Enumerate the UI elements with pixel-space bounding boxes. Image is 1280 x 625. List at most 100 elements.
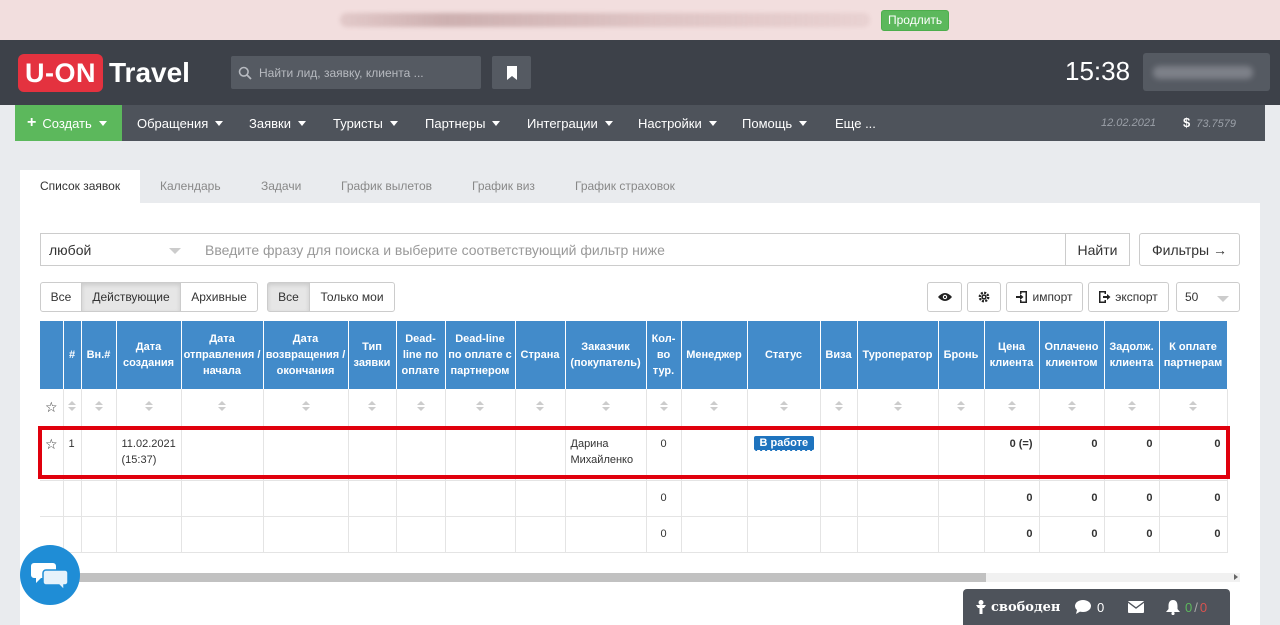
status-badge[interactable]: В работе bbox=[753, 435, 815, 451]
col-client-price[interactable]: Цена клиента bbox=[984, 321, 1040, 389]
col-client-paid[interactable]: Оплачено клиентом bbox=[1039, 321, 1105, 389]
sort-icon bbox=[1008, 401, 1016, 411]
sort-cell[interactable] bbox=[857, 389, 939, 427]
favorite-toggle[interactable]: ☆ bbox=[40, 426, 64, 481]
nav-label: Интеграции bbox=[527, 115, 598, 131]
col-internal-num[interactable]: Вн.# bbox=[81, 321, 117, 389]
create-button[interactable]: + Создать bbox=[15, 105, 122, 141]
col-manager[interactable]: Менеджер bbox=[681, 321, 748, 389]
sort-cell[interactable] bbox=[938, 389, 985, 427]
bookmark-button[interactable] bbox=[492, 56, 531, 89]
presence-status[interactable]: свободен bbox=[975, 589, 1060, 625]
user-menu[interactable] bbox=[1143, 53, 1270, 91]
mail-indicator[interactable] bbox=[1128, 589, 1144, 625]
sort-cell[interactable] bbox=[747, 389, 821, 427]
col-client-debt[interactable]: Задолж. клиента bbox=[1104, 321, 1160, 389]
sort-cell[interactable] bbox=[1159, 389, 1228, 427]
col-num[interactable]: # bbox=[63, 321, 82, 389]
sort-cell[interactable] bbox=[681, 389, 748, 427]
horizontal-scrollbar[interactable] bbox=[40, 573, 1240, 582]
nav-item-more[interactable]: Еще ... bbox=[835, 105, 876, 141]
table-row[interactable]: ☆ 1 11.02.2021 (15:37) Дарина Михайленко… bbox=[40, 426, 1228, 481]
chat-widget-button[interactable] bbox=[20, 545, 80, 605]
sort-icon bbox=[894, 401, 902, 411]
logo[interactable]: U-ON Travel bbox=[18, 54, 190, 92]
columns-visibility-button[interactable] bbox=[927, 282, 962, 312]
tab-calendar[interactable]: Календарь bbox=[160, 170, 221, 203]
sort-cell[interactable] bbox=[646, 389, 682, 427]
renew-button[interactable]: Продлить bbox=[881, 10, 950, 31]
cell-status: В работе bbox=[747, 426, 821, 481]
col-to-partners[interactable]: К оплате партнерам bbox=[1159, 321, 1228, 389]
col-status[interactable]: Статус bbox=[747, 321, 821, 389]
col-type[interactable]: Тип заявки bbox=[348, 321, 397, 389]
nav-item-partners[interactable]: Партнеры bbox=[425, 105, 501, 141]
cell-customer[interactable]: Дарина Михайленко bbox=[565, 426, 647, 481]
sort-cell[interactable] bbox=[515, 389, 566, 427]
sort-cell[interactable] bbox=[263, 389, 349, 427]
star-icon: ☆ bbox=[44, 435, 58, 452]
messages-indicator[interactable]: 0 bbox=[1075, 589, 1104, 625]
cell-deadline-partner bbox=[445, 426, 516, 481]
tab-insurance[interactable]: График страховок bbox=[575, 170, 675, 203]
col-created[interactable]: Дата создания bbox=[116, 321, 182, 389]
scroll-right-icon[interactable] bbox=[1234, 574, 1238, 580]
tab-tasks[interactable]: Задачи bbox=[261, 170, 301, 203]
nav-item-tourists[interactable]: Туристы bbox=[333, 105, 398, 141]
sort-cell[interactable] bbox=[348, 389, 397, 427]
messages-count: 0 bbox=[1097, 599, 1105, 615]
sort-cell[interactable] bbox=[396, 389, 446, 427]
col-operator[interactable]: Туроператор bbox=[857, 321, 939, 389]
col-visa[interactable]: Виза bbox=[820, 321, 858, 389]
find-button[interactable]: Найти bbox=[1065, 233, 1130, 266]
col-customer[interactable]: Заказчик (покупатель) bbox=[565, 321, 647, 389]
sum-cell bbox=[747, 480, 821, 517]
settings-button[interactable] bbox=[967, 282, 1001, 312]
import-button[interactable]: импорт bbox=[1006, 282, 1083, 312]
chevron-down-icon bbox=[708, 120, 717, 126]
sort-cell[interactable] bbox=[1104, 389, 1160, 427]
col-return[interactable]: Дата возвращения / окончания bbox=[263, 321, 349, 389]
tab-departures[interactable]: График вылетов bbox=[341, 170, 432, 203]
col-departure[interactable]: Дата отправления / начала bbox=[181, 321, 264, 389]
col-tourists[interactable]: Кол-во тур. bbox=[646, 321, 682, 389]
nav-item-help[interactable]: Помощь bbox=[742, 105, 808, 141]
filter-active-button[interactable]: Действующие bbox=[81, 282, 181, 312]
filter-archive-button[interactable]: Архивные bbox=[180, 282, 258, 312]
sort-cell[interactable] bbox=[445, 389, 516, 427]
sort-cell[interactable] bbox=[81, 389, 117, 427]
owner-all-button[interactable]: Все bbox=[267, 282, 310, 312]
filters-button[interactable]: Фильтры → bbox=[1139, 233, 1240, 266]
sort-cell[interactable] bbox=[181, 389, 264, 427]
col-booking[interactable]: Бронь bbox=[938, 321, 985, 389]
owner-mine-button[interactable]: Только мои bbox=[309, 282, 395, 312]
sort-cell[interactable] bbox=[565, 389, 647, 427]
sort-cell[interactable] bbox=[116, 389, 182, 427]
filter-all-button[interactable]: Все bbox=[40, 282, 82, 312]
favorites-filter[interactable]: ☆ bbox=[40, 389, 64, 427]
global-search-input[interactable] bbox=[259, 65, 469, 80]
nav-item-orders[interactable]: Заявки bbox=[249, 105, 306, 141]
chevron-down-icon bbox=[297, 120, 306, 126]
nav-item-requests[interactable]: Обращения bbox=[137, 105, 224, 141]
scrollbar-thumb[interactable] bbox=[40, 573, 986, 582]
nav-item-settings[interactable]: Настройки bbox=[638, 105, 717, 141]
search-field-select[interactable]: любой bbox=[40, 233, 192, 266]
sort-cell[interactable] bbox=[820, 389, 858, 427]
sort-cell[interactable] bbox=[984, 389, 1040, 427]
phrase-search-input[interactable] bbox=[191, 233, 1066, 266]
promo-banner: Продлить bbox=[0, 0, 1280, 40]
per-page-select[interactable]: 50 bbox=[1176, 282, 1240, 312]
nav-item-integrations[interactable]: Интеграции bbox=[527, 105, 613, 141]
sort-cell[interactable] bbox=[63, 389, 82, 427]
sort-icon bbox=[68, 401, 76, 411]
export-button[interactable]: экспорт bbox=[1088, 282, 1169, 312]
col-deadline-partner[interactable]: Dead-line по оплате с партнером bbox=[445, 321, 516, 389]
sort-cell[interactable] bbox=[1039, 389, 1105, 427]
tab-visas[interactable]: График виз bbox=[472, 170, 535, 203]
tab-orders-list[interactable]: Список заявок bbox=[20, 170, 141, 203]
col-deadline[interactable]: Dead-line по оплате bbox=[396, 321, 446, 389]
sum-cell bbox=[81, 516, 117, 553]
col-country[interactable]: Страна bbox=[515, 321, 566, 389]
notifications-indicator[interactable]: 0 / 0 bbox=[1166, 589, 1207, 625]
